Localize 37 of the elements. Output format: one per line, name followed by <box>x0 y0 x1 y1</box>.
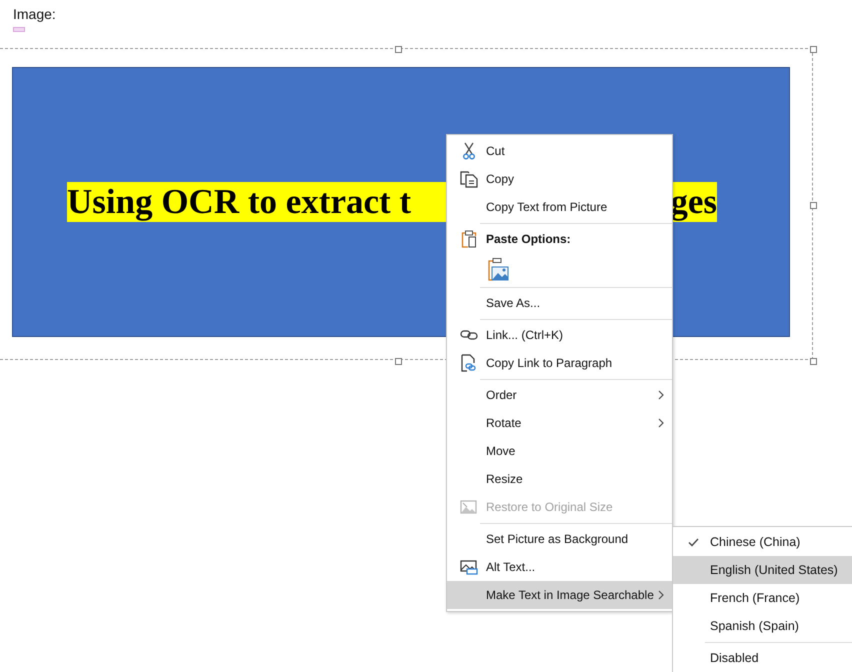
menu-item[interactable]: Save As... <box>447 289 672 317</box>
image-caption: ges <box>670 182 717 222</box>
menu-item[interactable]: Copy Text from Picture <box>447 193 672 221</box>
paste-picture-icon <box>487 257 509 281</box>
menu-item[interactable]: Copy Link to Paragraph <box>447 349 672 377</box>
menu-item[interactable]: Copy <box>447 165 672 193</box>
menu-item[interactable]: Chinese (China) <box>673 528 852 556</box>
picture-caption-icon <box>460 560 478 574</box>
menu-item[interactable]: Make Text in Image Searchable <box>447 581 672 609</box>
resize-handle[interactable] <box>395 358 402 365</box>
menu-item[interactable]: Order <box>447 381 672 409</box>
image-caption: Using OCR to extract t <box>67 182 412 222</box>
anchor-mark <box>13 27 25 32</box>
menu-item[interactable]: Resize <box>447 465 672 493</box>
paste-picture-button[interactable] <box>485 255 511 283</box>
menu-header: Paste Options: <box>486 232 571 246</box>
menu-item[interactable]: Disabled <box>673 644 852 672</box>
resize-handle[interactable] <box>395 46 402 53</box>
menu-item[interactable]: French (France) <box>673 584 852 612</box>
menu-item[interactable]: Spanish (Spain) <box>673 612 852 640</box>
resize-handle[interactable] <box>810 46 817 53</box>
menu-item[interactable]: English (United States) <box>673 556 852 584</box>
scissors-icon <box>462 142 474 160</box>
menu-item[interactable]: Move <box>447 437 672 465</box>
clipboard-icon <box>460 230 476 248</box>
copy-icon <box>460 170 478 188</box>
menu-item[interactable]: Rotate <box>447 409 672 437</box>
menu-item[interactable]: Link... (Ctrl+K) <box>447 321 672 349</box>
resize-handle[interactable] <box>810 358 817 365</box>
document-link-icon <box>461 354 476 372</box>
menu-item[interactable]: Alt Text... <box>447 553 672 581</box>
resize-handle[interactable] <box>810 202 817 209</box>
image-label: Image: <box>13 6 56 22</box>
picture-icon <box>460 500 477 514</box>
menu-item[interactable]: Set Picture as Background <box>447 525 672 553</box>
menu-item[interactable]: Cut <box>447 137 672 165</box>
link-icon <box>460 330 478 340</box>
